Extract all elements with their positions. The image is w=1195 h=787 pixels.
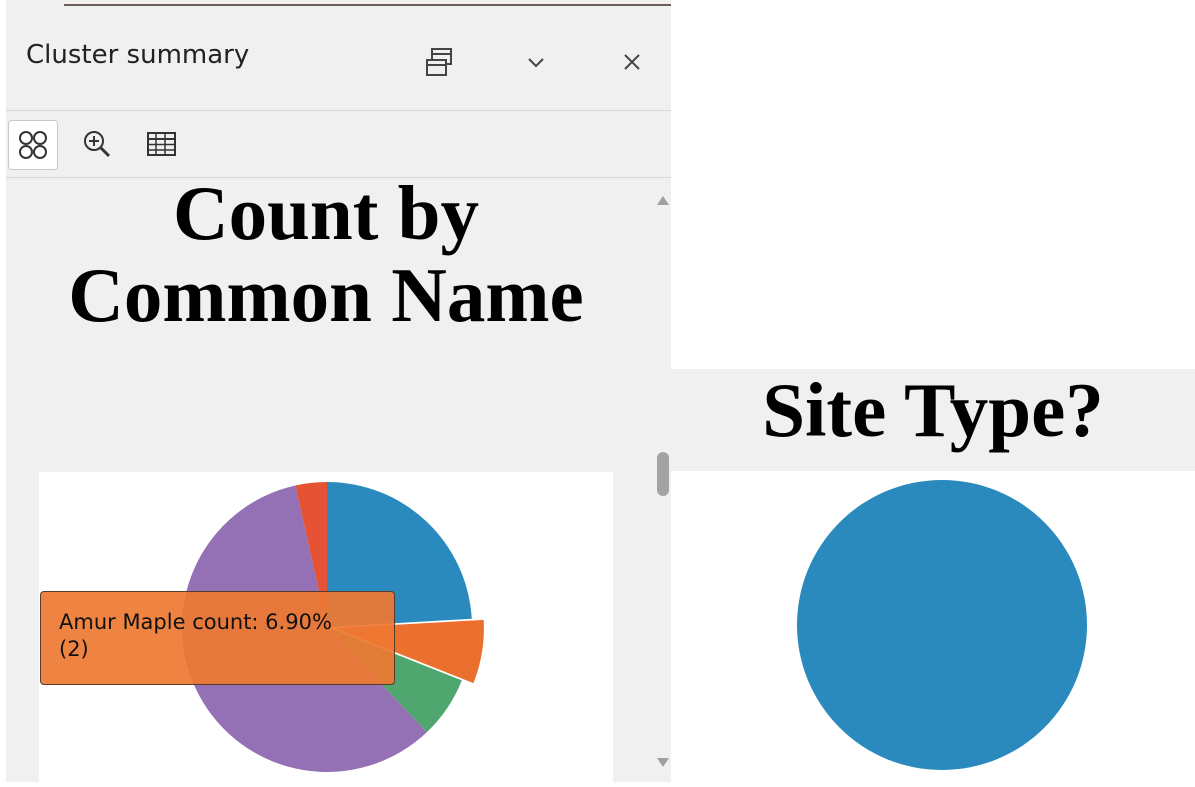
- right-chart-title: Site Type?: [762, 367, 1104, 453]
- collapse-button[interactable]: [516, 42, 556, 82]
- left-chart-title: Count by Common Name: [68, 170, 584, 338]
- right-chart-area: [671, 471, 1195, 782]
- header-divider: [6, 110, 671, 111]
- right-pie-chart[interactable]: [671, 471, 1195, 782]
- scroll-up-arrow[interactable]: [657, 196, 669, 205]
- zoom-to-button[interactable]: [74, 121, 120, 167]
- vertical-scrollbar[interactable]: [654, 180, 671, 782]
- cluster-view-button[interactable]: [8, 120, 58, 170]
- chart-tooltip: Amur Maple count: 6.90% (2): [40, 591, 395, 685]
- scroll-thumb[interactable]: [657, 452, 669, 496]
- restore-window-button[interactable]: [420, 42, 460, 82]
- restore-window-icon: [426, 48, 452, 76]
- tooltip-count: (2): [59, 637, 89, 661]
- chevron-down-icon: [528, 58, 544, 68]
- panel-toolbar: [6, 112, 671, 176]
- close-button[interactable]: [612, 42, 652, 82]
- right-chart-header: Site Type?: [671, 369, 1195, 471]
- panel-top-border: [64, 4, 671, 6]
- tooltip-value: Amur Maple count: 6.90%: [59, 610, 332, 634]
- pie-slice[interactable]: [797, 480, 1087, 770]
- panel-header: Cluster summary: [6, 12, 671, 108]
- cluster-icon: [19, 131, 47, 159]
- panel-title: Cluster summary: [26, 40, 250, 70]
- table-view-button[interactable]: [138, 121, 184, 167]
- scroll-down-arrow[interactable]: [657, 758, 669, 767]
- table-icon: [147, 132, 176, 156]
- zoom-to-icon: [84, 131, 111, 158]
- close-icon: [624, 54, 640, 70]
- cluster-summary-panel: Cluster summary Count by Common Name Amu…: [6, 0, 671, 782]
